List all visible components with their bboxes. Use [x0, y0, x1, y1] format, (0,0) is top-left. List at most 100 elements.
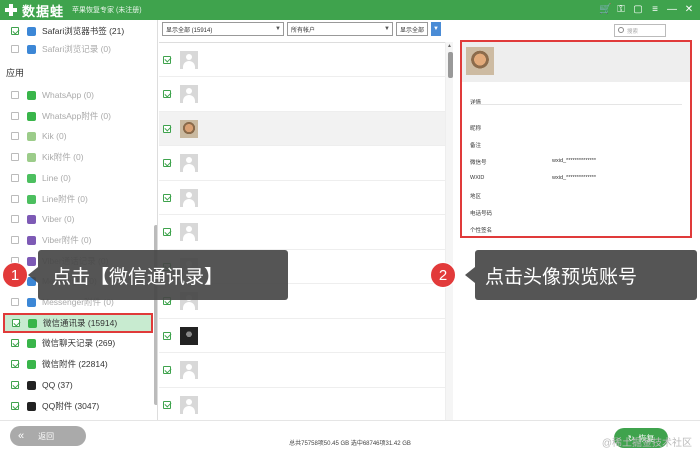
- row-checkbox[interactable]: [163, 228, 171, 236]
- sidebar-item-label: WhatsApp附件 (0): [42, 111, 111, 121]
- app-subtitle: 苹果恢复专家 (未注册): [72, 7, 142, 14]
- menu-icon[interactable]: ≡: [650, 3, 660, 17]
- detail-header: [462, 42, 690, 82]
- checkbox[interactable]: [11, 402, 19, 410]
- sidebar-item[interactable]: QQ附件 (3047): [0, 396, 152, 416]
- contact-avatar[interactable]: [180, 85, 198, 103]
- sidebar-item[interactable]: Kik附件 (0): [0, 147, 152, 167]
- row-checkbox[interactable]: [163, 90, 171, 98]
- checkbox[interactable]: [11, 174, 19, 182]
- callout-pointer: [28, 267, 38, 283]
- checkbox[interactable]: [11, 132, 19, 140]
- callout-step-1-text: 点击【微信通讯录】: [52, 266, 224, 288]
- scroll-up-icon[interactable]: ▲: [447, 43, 452, 49]
- callout-step-2-text: 点击头像预览账号: [485, 266, 638, 288]
- row-checkbox[interactable]: [163, 400, 171, 409]
- row-checkbox[interactable]: [163, 124, 171, 133]
- detail-field-value: wxid_**************: [552, 158, 597, 164]
- sidebar-item[interactable]: Kik (0): [0, 126, 152, 146]
- table-row[interactable]: [159, 147, 445, 181]
- sidebar-item[interactable]: 微信聊天记录 (269): [0, 333, 152, 353]
- contact-avatar[interactable]: [180, 119, 198, 138]
- contact-avatar[interactable]: [180, 326, 198, 345]
- sidebar-item-label: QQ (37): [42, 380, 73, 390]
- app-icon: [27, 173, 36, 183]
- table-row[interactable]: [159, 43, 445, 77]
- checkbox[interactable]: [11, 215, 19, 223]
- contact-avatar[interactable]: [180, 154, 198, 172]
- table-row[interactable]: [159, 78, 445, 112]
- contact-avatar[interactable]: [180, 188, 198, 207]
- close-icon[interactable]: ✕: [684, 3, 694, 17]
- contact-avatar[interactable]: [466, 47, 494, 75]
- sidebar-item[interactable]: 微信通讯录 (15914): [3, 313, 153, 333]
- cart-icon[interactable]: 🛒: [599, 3, 611, 17]
- checkbox[interactable]: [11, 360, 19, 368]
- table-row[interactable]: [159, 181, 445, 215]
- checkbox[interactable]: [11, 339, 19, 347]
- callout-step-1: 点击【微信通讯录】: [38, 250, 288, 300]
- show-filter-dropdown-button[interactable]: ▼: [431, 22, 441, 36]
- show-filter-select[interactable]: 显示全部: [396, 22, 428, 36]
- minimize-icon[interactable]: —: [667, 3, 677, 17]
- checkbox[interactable]: [11, 298, 19, 306]
- display-filter-select[interactable]: 显示全部 (15914) ▼: [162, 22, 284, 36]
- checkbox[interactable]: [11, 27, 19, 35]
- sidebar-item-label: Line (0): [42, 173, 71, 183]
- checkbox[interactable]: [11, 153, 19, 161]
- sidebar-item[interactable]: Safari浏览器书签 (21): [0, 21, 152, 41]
- table-row[interactable]: [159, 216, 445, 250]
- app-icon: [27, 152, 36, 162]
- detail-field-label: 电话号码: [470, 211, 493, 217]
- step-1-badge: 1: [2, 262, 28, 288]
- table-row[interactable]: [159, 112, 445, 146]
- table-row[interactable]: [159, 388, 445, 420]
- account-filter-select[interactable]: 所有帐户 ▼: [287, 22, 393, 36]
- sidebar-item[interactable]: Line (0): [0, 168, 152, 188]
- step-2-badge: 2: [430, 262, 456, 288]
- app-icon: [27, 359, 36, 369]
- checkbox[interactable]: [11, 45, 19, 53]
- chat-icon[interactable]: ▢: [633, 3, 643, 17]
- row-checkbox[interactable]: [163, 331, 171, 340]
- checkbox[interactable]: [11, 195, 19, 203]
- key-icon[interactable]: ⚿: [616, 3, 626, 17]
- sidebar-item[interactable]: Line附件 (0): [0, 189, 152, 209]
- checkbox[interactable]: [11, 236, 19, 244]
- sidebar-item-label: Kik附件 (0): [42, 152, 84, 162]
- app-icon: [27, 380, 36, 390]
- contact-avatar[interactable]: [180, 223, 198, 241]
- sidebar-item[interactable]: QQ (37): [0, 375, 152, 395]
- checkbox[interactable]: [12, 319, 20, 327]
- list-scroll-thumb[interactable]: [447, 52, 453, 78]
- app-name: 数据蛙: [22, 3, 65, 19]
- row-checkbox[interactable]: [163, 55, 171, 64]
- table-row[interactable]: [159, 319, 445, 353]
- sidebar-item[interactable]: Viber (0): [0, 209, 152, 229]
- sidebar-item[interactable]: Safari浏览记录 (0): [0, 39, 152, 59]
- sidebar-item[interactable]: 微信附件 (22814): [0, 354, 152, 374]
- detail-field-label: WXID: [470, 175, 485, 181]
- app-icon: [27, 194, 36, 204]
- search-input[interactable]: 搜索: [614, 24, 666, 37]
- table-row[interactable]: [159, 354, 445, 388]
- row-checkbox[interactable]: [163, 193, 171, 202]
- sidebar-item-label: QQ附件 (3047): [42, 401, 100, 411]
- chevron-down-icon: ▼: [275, 26, 281, 32]
- sidebar-item[interactable]: WhatsApp (0): [0, 85, 152, 105]
- callout-pointer: [465, 267, 475, 283]
- row-checkbox[interactable]: [163, 159, 171, 167]
- contact-avatar[interactable]: [180, 395, 198, 414]
- sidebar-item[interactable]: Viber附件 (0): [0, 230, 152, 250]
- checkbox[interactable]: [11, 112, 19, 120]
- checkbox[interactable]: [11, 381, 19, 389]
- list-scrollbar[interactable]: ▲: [445, 42, 453, 420]
- selection-status: 总共75758项50.45 GB 选中68746项31.42 GB: [289, 441, 411, 447]
- row-checkbox[interactable]: [163, 366, 171, 374]
- sidebar-item[interactable]: WhatsApp附件 (0): [0, 106, 152, 126]
- contact-avatar[interactable]: [180, 50, 198, 69]
- checkbox[interactable]: [11, 91, 19, 99]
- title-bar: 数据蛙 苹果恢复专家 (未注册) 🛒 ⚿ ▢ ≡ — ✕: [0, 0, 700, 20]
- contact-avatar[interactable]: [180, 361, 198, 379]
- contact-list: [159, 42, 445, 420]
